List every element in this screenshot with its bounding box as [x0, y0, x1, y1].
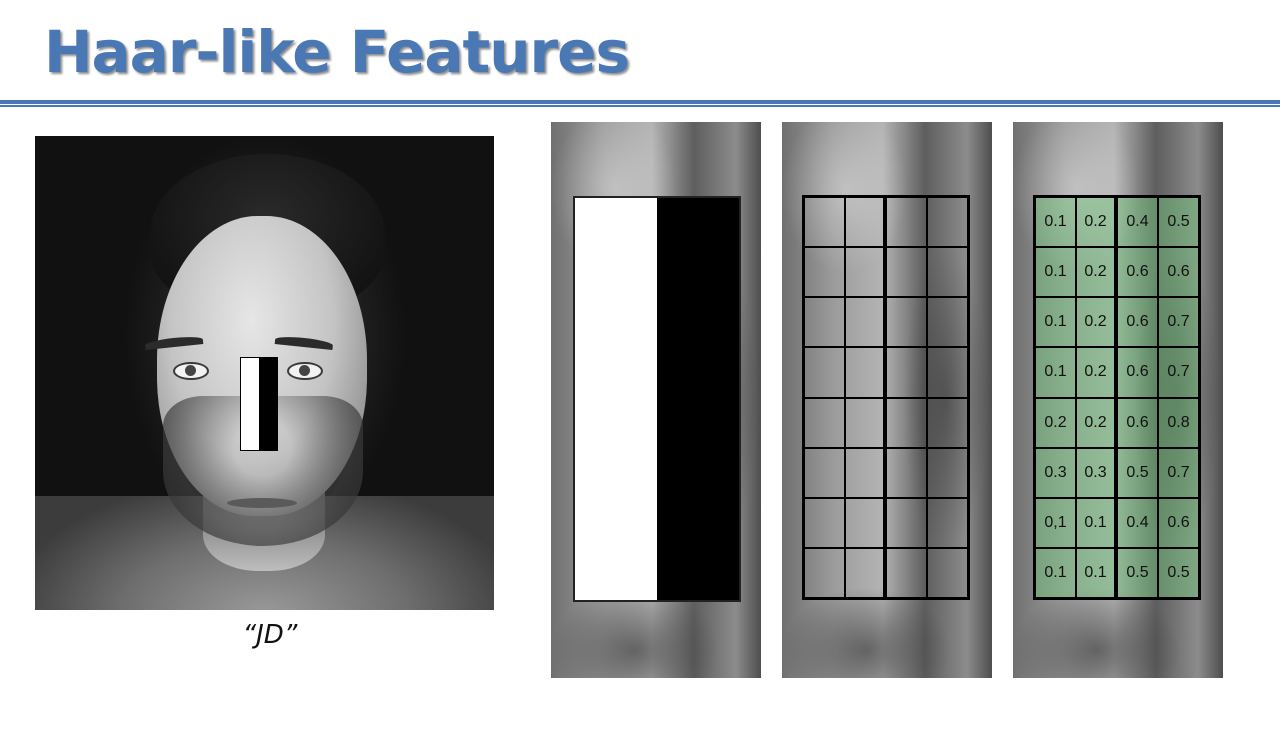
- grid-cell: [927, 547, 968, 598]
- grid-cell: [845, 247, 886, 298]
- grid-cell: [845, 347, 886, 398]
- edge-feature-black: [657, 198, 739, 600]
- pixel-value-cell: 0.5: [1158, 547, 1199, 598]
- grid-cell: [927, 197, 968, 248]
- pixel-value-cell: 0.1: [1035, 547, 1076, 598]
- grid-cell: [804, 197, 845, 248]
- pixel-value-cell: 0.2: [1076, 247, 1117, 298]
- overlay-white-region: [241, 358, 259, 450]
- grid-cell: [804, 497, 845, 548]
- grid-cell: [845, 397, 886, 448]
- grid-cell: [927, 397, 968, 448]
- pixel-value-cell: 0.1: [1035, 197, 1076, 248]
- pixel-value-cell: 0.2: [1076, 347, 1117, 398]
- pixel-value-cell: 0.1: [1035, 297, 1076, 348]
- pixel-value-cell: 0.6: [1117, 397, 1158, 448]
- edge-feature: [573, 196, 741, 602]
- grid-cell: [804, 447, 845, 498]
- right-eye: [287, 362, 323, 380]
- pixel-value-cell: 0.5: [1117, 447, 1158, 498]
- pixel-value-cell: 0.2: [1076, 197, 1117, 248]
- pixel-value-cell: 0.6: [1117, 347, 1158, 398]
- slide-title: Haar-like Features: [44, 18, 630, 86]
- overlay-black-region: [259, 358, 277, 450]
- grid-cell: [845, 447, 886, 498]
- grid-cell: [804, 247, 845, 298]
- pixel-value-cell: 0.1: [1035, 347, 1076, 398]
- face-photo: [35, 136, 494, 610]
- grid-cell: [927, 497, 968, 548]
- grid-cell: [927, 447, 968, 498]
- photo-caption: “JD”: [242, 620, 298, 650]
- values-panel: 0.1 0.2 0.4 0.5 0.1 0.2 0.6 0.6 0.1 0.2 0.6 0.7 0.1 0…: [1013, 122, 1223, 678]
- pixel-value-cell: 0.5: [1117, 547, 1158, 598]
- pixel-value-cell: 0.1: [1035, 247, 1076, 298]
- pixel-value-cell: 0.2: [1076, 297, 1117, 348]
- haar-feature-overlay: [240, 357, 278, 451]
- pixel-value-cell: 0.2: [1035, 397, 1076, 448]
- grid-cell: [886, 547, 927, 598]
- pixel-value-cell: 0.5: [1158, 197, 1199, 248]
- pixel-value-cell: 0.4: [1117, 197, 1158, 248]
- pixel-value-cell: 0.2: [1076, 397, 1117, 448]
- pixel-value-cell: 0.1: [1076, 497, 1117, 548]
- grid-cell: [927, 247, 968, 298]
- grid-cell: [845, 547, 886, 598]
- grid-cell: [845, 297, 886, 348]
- grid-cell: [804, 547, 845, 598]
- grid-cell: [927, 347, 968, 398]
- title-divider-thin: [0, 105, 1280, 107]
- grid-cell: [886, 347, 927, 398]
- photo-mouth: [227, 498, 297, 508]
- pixel-value-cell: 0.7: [1158, 447, 1199, 498]
- grid-cell: [804, 347, 845, 398]
- pixel-value-cell: 0.7: [1158, 347, 1199, 398]
- pixel-value-cell: 0.6: [1158, 497, 1199, 548]
- grid-cell: [845, 197, 886, 248]
- pixel-value-cell: 0.4: [1117, 497, 1158, 548]
- grid-cell: [804, 297, 845, 348]
- grid-cell: [886, 197, 927, 248]
- pixel-value-cell: 0.7: [1158, 297, 1199, 348]
- grid-cell: [845, 497, 886, 548]
- pixel-value-cell: 0.1: [1076, 547, 1117, 598]
- grid-cell: [804, 397, 845, 448]
- grid-cell: [886, 497, 927, 548]
- pixel-value-cell: 0.6: [1158, 247, 1199, 298]
- grid-cell: [886, 297, 927, 348]
- grid-cell: [886, 447, 927, 498]
- grid-cell: [886, 397, 927, 448]
- pixel-grid-empty: [802, 195, 970, 600]
- feature-panel: [551, 122, 761, 678]
- left-eye: [173, 362, 209, 380]
- title-divider: [0, 100, 1280, 104]
- grid-cell: [886, 247, 927, 298]
- pixel-value-cell: 0,1: [1035, 497, 1076, 548]
- pixel-value-cell: 0.3: [1076, 447, 1117, 498]
- pixel-grid-values: 0.1 0.2 0.4 0.5 0.1 0.2 0.6 0.6 0.1 0.2 0.6 0.7 0.1 0…: [1033, 195, 1201, 600]
- grid-panel: [782, 122, 992, 678]
- pixel-value-cell: 0.6: [1117, 247, 1158, 298]
- pixel-value-cell: 0.8: [1158, 397, 1199, 448]
- pixel-value-cell: 0.3: [1035, 447, 1076, 498]
- edge-feature-white: [575, 198, 657, 600]
- grid-cell: [927, 297, 968, 348]
- pixel-value-cell: 0.6: [1117, 297, 1158, 348]
